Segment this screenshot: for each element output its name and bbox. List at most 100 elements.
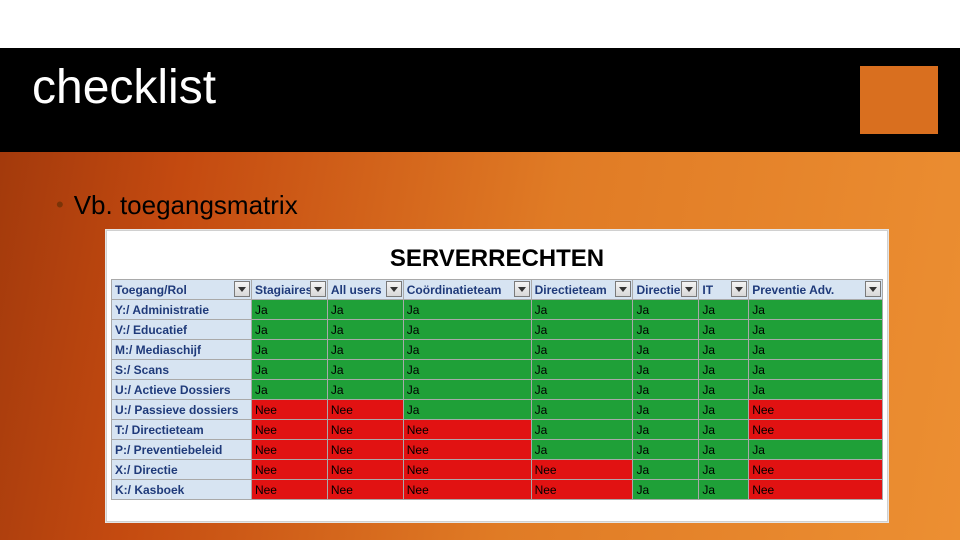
access-cell: Ja <box>633 440 699 460</box>
filter-dropdown-button[interactable] <box>386 281 402 297</box>
access-cell: Ja <box>531 400 633 420</box>
bullet-line: •Vb. toegangsmatrix <box>56 190 298 221</box>
access-cell: Ja <box>531 380 633 400</box>
filter-dropdown-button[interactable] <box>865 281 881 297</box>
access-cell: Ja <box>403 320 531 340</box>
access-cell: Ja <box>699 480 749 500</box>
access-cell: Nee <box>403 420 531 440</box>
col-header-text: Stagiaires <box>255 283 312 297</box>
col-header: Stagiaires <box>251 280 327 300</box>
access-cell: Nee <box>251 480 327 500</box>
filter-dropdown-button[interactable] <box>681 281 697 297</box>
filter-dropdown-button[interactable] <box>615 281 631 297</box>
access-cell: Ja <box>633 320 699 340</box>
access-cell: Ja <box>749 300 883 320</box>
row-label: X:/ Directie <box>112 460 252 480</box>
access-cell: Ja <box>531 340 633 360</box>
row-label: U:/ Actieve Dossiers <box>112 380 252 400</box>
access-cell: Ja <box>699 380 749 400</box>
access-cell: Ja <box>699 420 749 440</box>
access-cell: Ja <box>699 300 749 320</box>
col-header-rowlabel: Toegang/Rol <box>112 280 252 300</box>
access-cell: Nee <box>251 400 327 420</box>
access-cell: Nee <box>251 440 327 460</box>
table-row: U:/ Actieve DossiersJaJaJaJaJaJaJa <box>112 380 883 400</box>
col-header: Preventie Adv. <box>749 280 883 300</box>
access-cell: Ja <box>749 440 883 460</box>
access-cell: Ja <box>633 340 699 360</box>
access-cell: Ja <box>327 360 403 380</box>
access-cell: Ja <box>633 460 699 480</box>
access-cell: Nee <box>327 480 403 500</box>
access-cell: Ja <box>251 300 327 320</box>
access-cell: Ja <box>749 360 883 380</box>
access-cell: Nee <box>531 480 633 500</box>
col-header-text: Directie <box>636 283 680 297</box>
table-row: T:/ DirectieteamNeeNeeNeeJaJaJaNee <box>112 420 883 440</box>
access-cell: Nee <box>327 400 403 420</box>
filter-dropdown-button[interactable] <box>234 281 250 297</box>
col-header-text: Toegang/Rol <box>115 283 187 297</box>
access-cell: Ja <box>749 380 883 400</box>
access-cell: Ja <box>699 340 749 360</box>
row-label: P:/ Preventiebeleid <box>112 440 252 460</box>
access-cell: Ja <box>327 320 403 340</box>
sheet-heading: SERVERRECHTEN <box>107 245 887 273</box>
title-accent-box <box>860 66 938 134</box>
access-cell: Ja <box>749 320 883 340</box>
filter-dropdown-button[interactable] <box>514 281 530 297</box>
col-header: Coördinatieteam <box>403 280 531 300</box>
access-cell: Nee <box>531 460 633 480</box>
access-cell: Nee <box>403 460 531 480</box>
access-cell: Nee <box>251 420 327 440</box>
access-cell: Ja <box>633 400 699 420</box>
filter-dropdown-button[interactable] <box>310 281 326 297</box>
access-cell: Nee <box>251 460 327 480</box>
access-cell: Ja <box>531 300 633 320</box>
table-row: P:/ PreventiebeleidNeeNeeNeeJaJaJaJa <box>112 440 883 460</box>
access-cell: Ja <box>327 300 403 320</box>
table-row: M:/ MediaschijfJaJaJaJaJaJaJa <box>112 340 883 360</box>
col-header-text: Coördinatieteam <box>407 283 502 297</box>
access-cell: Nee <box>749 480 883 500</box>
access-cell: Ja <box>327 340 403 360</box>
row-label: Y:/ Administratie <box>112 300 252 320</box>
access-cell: Ja <box>531 360 633 380</box>
filter-dropdown-button[interactable] <box>731 281 747 297</box>
access-cell: Ja <box>251 360 327 380</box>
row-label: U:/ Passieve dossiers <box>112 400 252 420</box>
access-cell: Ja <box>633 420 699 440</box>
access-cell: Ja <box>633 300 699 320</box>
row-label: T:/ Directieteam <box>112 420 252 440</box>
access-cell: Nee <box>749 420 883 440</box>
table-row: S:/ ScansJaJaJaJaJaJaJa <box>112 360 883 380</box>
col-header: IT <box>699 280 749 300</box>
access-matrix-table: Toegang/RolStagiairesAll usersCoördinati… <box>111 279 883 500</box>
access-cell: Ja <box>633 380 699 400</box>
access-cell: Nee <box>749 460 883 480</box>
row-label: M:/ Mediaschijf <box>112 340 252 360</box>
access-cell: Ja <box>699 320 749 340</box>
table-row: K:/ KasboekNeeNeeNeeNeeJaJaNee <box>112 480 883 500</box>
row-label: K:/ Kasboek <box>112 480 252 500</box>
access-cell: Ja <box>699 460 749 480</box>
access-cell: Ja <box>251 340 327 360</box>
access-cell: Nee <box>327 440 403 460</box>
spreadsheet-card: SERVERRECHTEN Toegang/RolStagiairesAll u… <box>106 230 888 522</box>
col-header-text: Directieteam <box>535 283 607 297</box>
access-cell: Ja <box>633 480 699 500</box>
access-cell: Ja <box>699 440 749 460</box>
access-cell: Ja <box>403 340 531 360</box>
access-cell: Ja <box>403 380 531 400</box>
col-header: Directieteam <box>531 280 633 300</box>
access-cell: Nee <box>403 480 531 500</box>
access-cell: Nee <box>327 420 403 440</box>
access-cell: Ja <box>403 300 531 320</box>
title-bar: checklist <box>0 48 960 152</box>
access-cell: Ja <box>531 440 633 460</box>
row-label: S:/ Scans <box>112 360 252 380</box>
access-cell: Ja <box>699 400 749 420</box>
table-row: X:/ DirectieNeeNeeNeeNeeJaJaNee <box>112 460 883 480</box>
table-row: V:/ EducatiefJaJaJaJaJaJaJa <box>112 320 883 340</box>
access-cell: Nee <box>749 400 883 420</box>
